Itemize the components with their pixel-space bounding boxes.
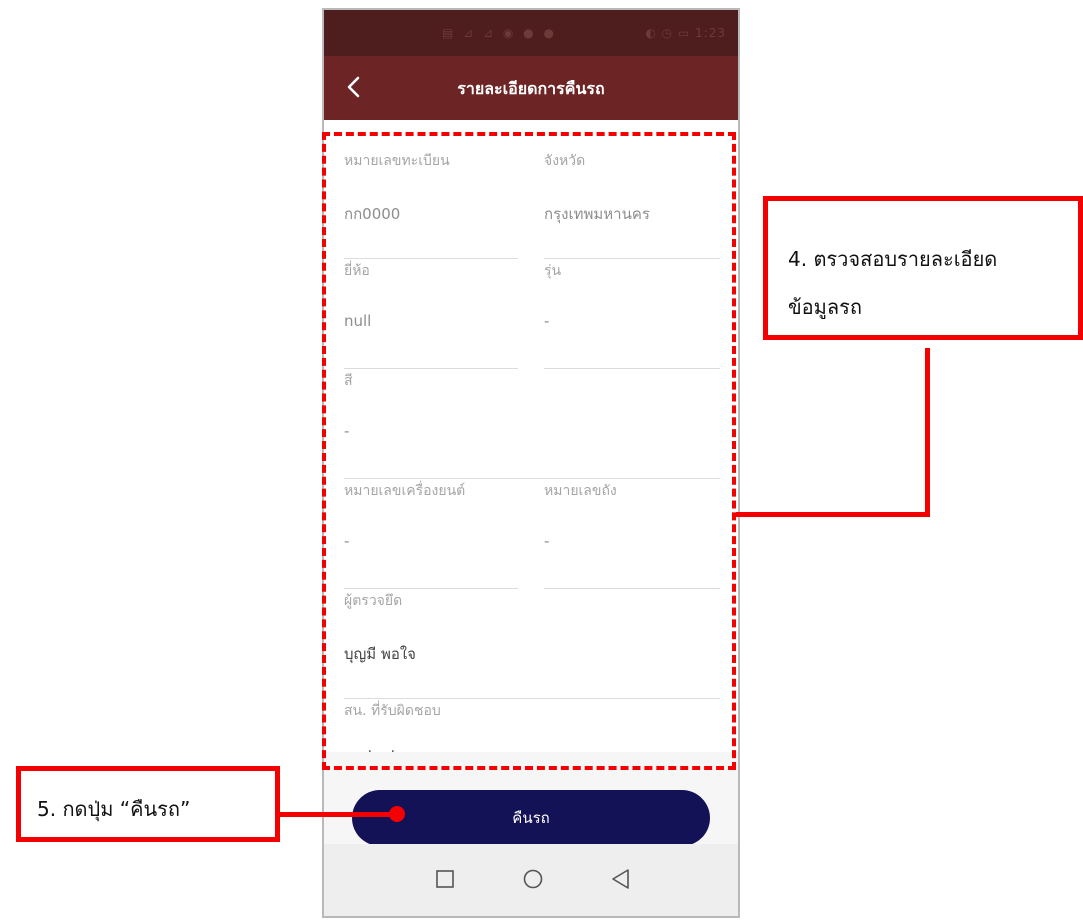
connector-step5	[280, 812, 398, 817]
step4-text-line1: 4. ตรวจสอบรายละเอียด	[788, 247, 998, 271]
page-title: รายละเอียดการคืนรถ	[457, 79, 605, 98]
circle-icon	[523, 869, 543, 889]
app-bar: รายละเอียดการคืนรถ	[324, 56, 738, 120]
details-highlight-box	[322, 132, 736, 770]
connector-step5-dot	[389, 806, 405, 822]
square-icon	[436, 870, 454, 888]
connector-step4-v	[925, 348, 930, 517]
connector-step4-h	[736, 512, 930, 517]
return-vehicle-button[interactable]: คืนรถ	[352, 790, 710, 846]
step4-callout: 4. ตรวจสอบรายละเอียด ข้อมูลรถ	[763, 196, 1083, 340]
status-icons-right: ◐ ◷ ▭ 1:23	[645, 26, 726, 40]
step5-text: 5. กดปุ่ม “คืนรถ”	[37, 797, 191, 821]
step4-text-line2: ข้อมูลรถ	[788, 295, 862, 319]
step5-callout: 5. กดปุ่ม “คืนรถ”	[16, 766, 280, 842]
triangle-back-icon	[612, 869, 629, 889]
nav-home-button[interactable]	[518, 864, 548, 894]
nav-back-button[interactable]	[606, 864, 636, 894]
nav-recent-button[interactable]	[430, 864, 460, 894]
status-bar: ▤ ⊿ ⊿ ◉ ● ● ◐ ◷ ▭ 1:23	[324, 10, 738, 56]
system-nav-bar	[324, 844, 738, 916]
status-icons-left: ▤ ⊿ ⊿ ◉ ● ●	[442, 26, 557, 40]
